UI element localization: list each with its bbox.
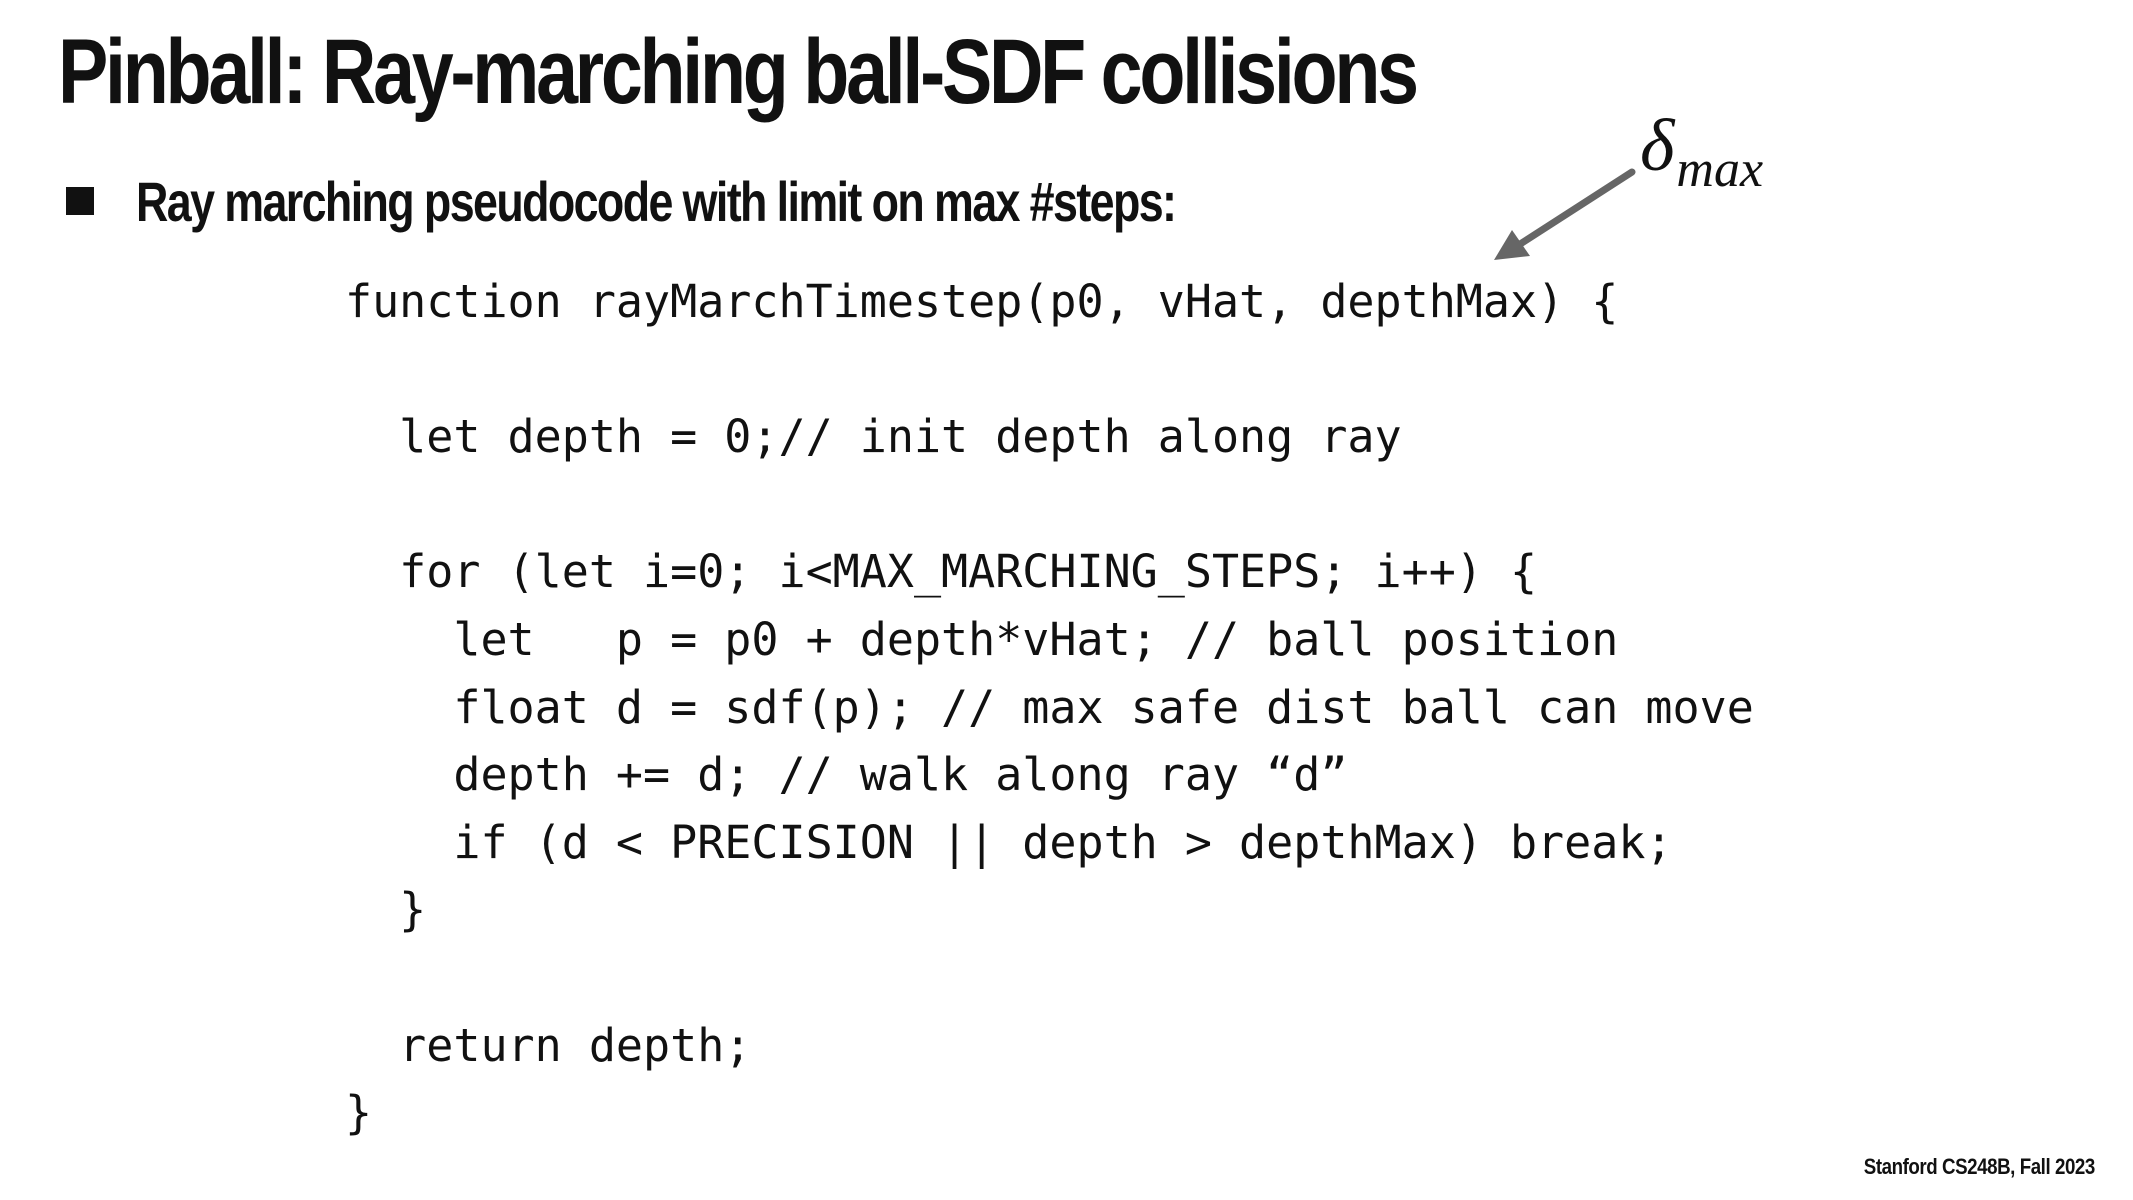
code-line: return depth; xyxy=(345,1018,752,1072)
bullet-text: Ray marching pseudocode with limit on ma… xyxy=(136,169,1177,233)
code-block: function rayMarchTimestep(p0, vHat, dept… xyxy=(345,268,1754,1147)
code-line: let p = p0 + depth*vHat; // ball positio… xyxy=(345,612,1619,666)
delta-subscript: max xyxy=(1676,141,1764,198)
arrow-shaft xyxy=(1510,168,1636,252)
code-line: } xyxy=(345,1086,373,1140)
code-line: function rayMarchTimestep(p0, vHat, dept… xyxy=(345,275,1619,328)
annotation-arrow-icon xyxy=(1494,168,1636,260)
code-line: for (let i=0; i<MAX_MARCHING_STEPS; i++)… xyxy=(345,545,1538,599)
slide-title: Pinball: Ray-marching ball-SDF collision… xyxy=(58,21,1419,123)
slide: Pinball: Ray-marching ball-SDF collision… xyxy=(0,0,2133,1200)
code-line: if (d < PRECISION || depth > depthMax) b… xyxy=(345,815,1673,869)
bullet-square-icon xyxy=(66,187,94,215)
code-line: } xyxy=(345,883,427,937)
code-line: let depth = 0;// init depth along ray xyxy=(345,410,1402,464)
footer-credit: Stanford CS248B, Fall 2023 xyxy=(1863,1154,2096,1179)
bullet-item: Ray marching pseudocode with limit on ma… xyxy=(66,166,1435,236)
code-line: float d = sdf(p); // max safe dist ball … xyxy=(345,680,1754,734)
code-line: depth += d; // walk along ray “d” xyxy=(345,748,1348,802)
